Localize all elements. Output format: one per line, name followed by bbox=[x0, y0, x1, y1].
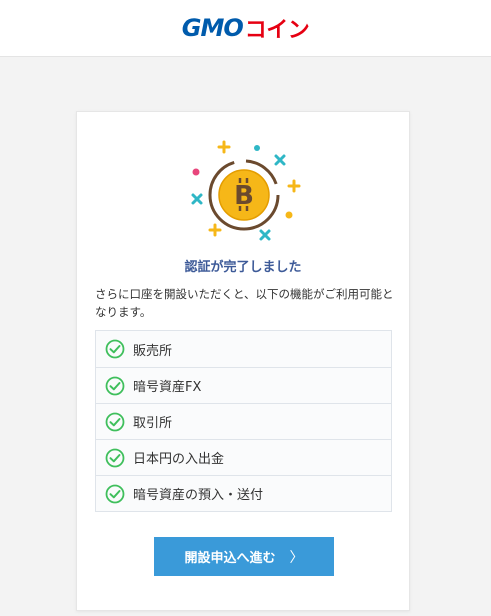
feature-item-exchange: 取引所 bbox=[96, 403, 391, 439]
apply-account-label: 開設申込へ進む bbox=[184, 551, 276, 566]
description-text: さらに口座を開設いただくと、以下の機能がご利用可能となります。 bbox=[95, 287, 394, 319]
check-circle-icon bbox=[105, 484, 125, 503]
logo-coin-text: コイン bbox=[244, 18, 310, 43]
check-circle-icon bbox=[105, 376, 125, 395]
chevron-right-icon: 〉 bbox=[289, 549, 304, 566]
page-title: 認証が完了しました bbox=[184, 260, 302, 275]
feature-label: 日本円の入出金 bbox=[133, 452, 225, 467]
verification-complete-card: B 認証が完了しました さらに口座を開設いただくと、以下の機能がご利用可能となり… bbox=[76, 111, 410, 611]
bitcoin-icon: B bbox=[191, 140, 301, 241]
logo-gmo-text: GMO bbox=[181, 14, 244, 42]
feature-label: 暗号資産の預入・送付 bbox=[133, 488, 264, 503]
feature-label: 販売所 bbox=[133, 343, 173, 359]
apply-account-button[interactable]: 開設申込へ進む 〉 bbox=[154, 537, 334, 576]
feature-label: 取引所 bbox=[133, 416, 173, 431]
feature-item-jpy-deposit: 日本円の入出金 bbox=[96, 439, 391, 475]
gmo-coin-logo[interactable]: GMO コイン bbox=[182, 13, 310, 43]
feature-item-crypto-fx: 暗号資産FX bbox=[96, 367, 391, 403]
check-circle-icon bbox=[105, 412, 125, 431]
svg-text:B: B bbox=[234, 181, 254, 211]
feature-item-sales: 販売所 bbox=[96, 331, 391, 367]
feature-label: 暗号資産FX bbox=[133, 380, 202, 395]
check-circle-icon bbox=[105, 339, 125, 359]
site-header: GMO コイン bbox=[0, 0, 491, 57]
check-circle-icon bbox=[105, 448, 125, 467]
feature-list: 販売所 暗号資産FX 取引所 日本円の入出金 暗号資産の預入・送付 bbox=[95, 330, 392, 512]
feature-item-crypto-transfer: 暗号資産の預入・送付 bbox=[96, 475, 391, 511]
